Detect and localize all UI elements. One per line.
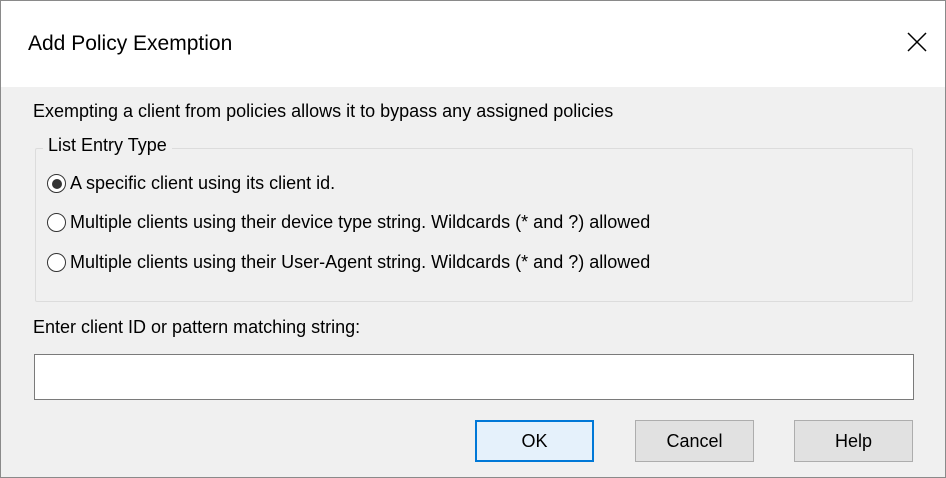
radio-label: A specific client using its client id. [70, 173, 336, 193]
radio-button[interactable] [47, 253, 66, 272]
close-button[interactable] [889, 17, 945, 67]
radio-button-selected[interactable] [47, 174, 66, 193]
intro-text: Exempting a client from policies allows … [33, 101, 614, 121]
dialog-title: Add Policy Exemption [28, 32, 233, 55]
radio-label: Multiple clients using their device type… [70, 212, 651, 232]
radio-specific-client[interactable]: A specific client using its client id. [47, 173, 335, 194]
client-id-label: Enter client ID or pattern matching stri… [33, 317, 361, 337]
radio-button[interactable] [47, 213, 66, 232]
ok-button[interactable]: OK [475, 420, 594, 462]
group-legend: List Entry Type [43, 135, 172, 156]
radio-device-type[interactable]: Multiple clients using their device type… [47, 212, 650, 233]
title-bar: Add Policy Exemption [1, 1, 945, 87]
help-button[interactable]: Help [794, 420, 913, 462]
cancel-button[interactable]: Cancel [635, 420, 754, 462]
radio-label: Multiple clients using their User-Agent … [70, 252, 651, 272]
radio-user-agent[interactable]: Multiple clients using their User-Agent … [47, 252, 650, 273]
client-id-input[interactable] [34, 354, 914, 400]
close-icon [907, 32, 927, 52]
add-policy-exemption-dialog: Add Policy Exemption Exempting a client … [0, 0, 946, 478]
